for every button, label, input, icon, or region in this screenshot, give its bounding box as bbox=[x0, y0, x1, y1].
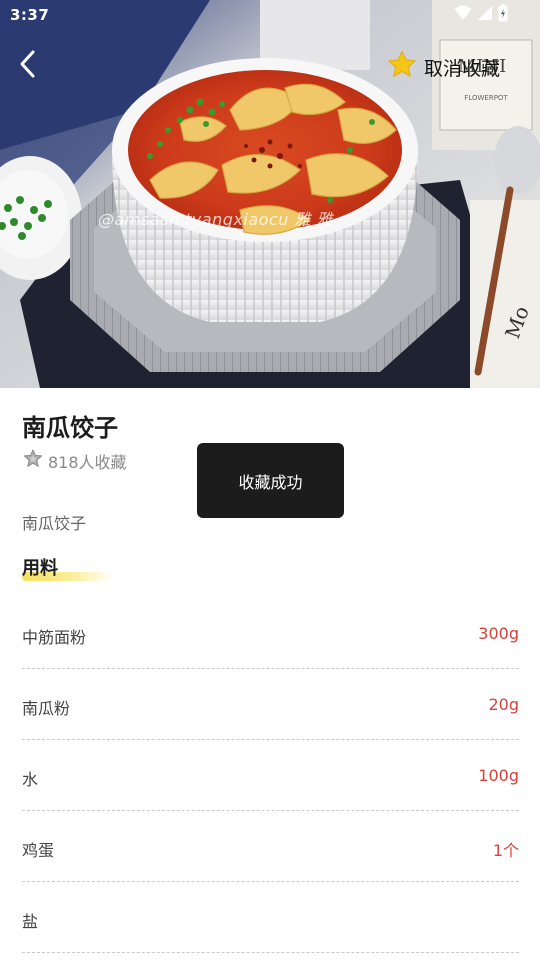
ingredient-list: 中筋面粉 300g 南瓜粉 20g 水 100g 鸡蛋 1个 盐 bbox=[22, 598, 519, 953]
favorite-count-row: 818人收藏 bbox=[22, 448, 127, 474]
ingredient-amount: 300g bbox=[478, 624, 519, 643]
status-icons bbox=[454, 4, 508, 26]
ingredient-name: 水 bbox=[22, 770, 39, 789]
ingredient-row: 中筋面粉 300g bbox=[22, 598, 519, 669]
ingredient-row: 水 100g bbox=[22, 740, 519, 811]
wifi-icon bbox=[454, 5, 472, 25]
recipe-title: 南瓜饺子 bbox=[22, 414, 118, 442]
toast-text: 收藏成功 bbox=[238, 472, 303, 492]
toast-message: 收藏成功 bbox=[197, 443, 344, 518]
ingredient-amount: 20g bbox=[488, 695, 519, 714]
favorites-icon bbox=[22, 448, 44, 474]
unfavorite-button[interactable]: 取消收藏 bbox=[386, 50, 500, 84]
ingredient-row: 鸡蛋 1个 bbox=[22, 811, 519, 882]
back-button[interactable] bbox=[10, 48, 46, 84]
ingredient-row: 南瓜粉 20g bbox=[22, 669, 519, 740]
ingredient-name: 盐 bbox=[22, 912, 39, 931]
status-time: 3:37 bbox=[10, 6, 50, 24]
ingredients-title: 用料 bbox=[22, 558, 58, 579]
star-icon bbox=[386, 49, 418, 85]
ingredient-name: 南瓜粉 bbox=[22, 699, 71, 718]
ingredient-name: 鸡蛋 bbox=[22, 841, 55, 860]
recipe-description: 南瓜饺子 bbox=[22, 514, 87, 533]
ingredient-row: 盐 bbox=[22, 882, 519, 953]
photo-watermark: @amsash tyangxiaocu 雅 雅 bbox=[98, 210, 334, 229]
svg-text:FLOWERPOT: FLOWERPOT bbox=[464, 94, 508, 102]
unfavorite-label: 取消收藏 bbox=[424, 57, 501, 80]
ingredient-amount: 100g bbox=[478, 766, 519, 785]
back-arrow-icon bbox=[18, 49, 38, 83]
battery-icon bbox=[498, 4, 508, 26]
ingredient-name: 中筋面粉 bbox=[22, 628, 87, 647]
ingredient-amount: 1个 bbox=[492, 841, 519, 860]
signal-icon bbox=[477, 5, 493, 25]
favorite-count: 818人收藏 bbox=[48, 453, 127, 472]
status-bar: 3:37 bbox=[0, 0, 540, 30]
ingredients-heading: 用料 bbox=[22, 554, 122, 582]
